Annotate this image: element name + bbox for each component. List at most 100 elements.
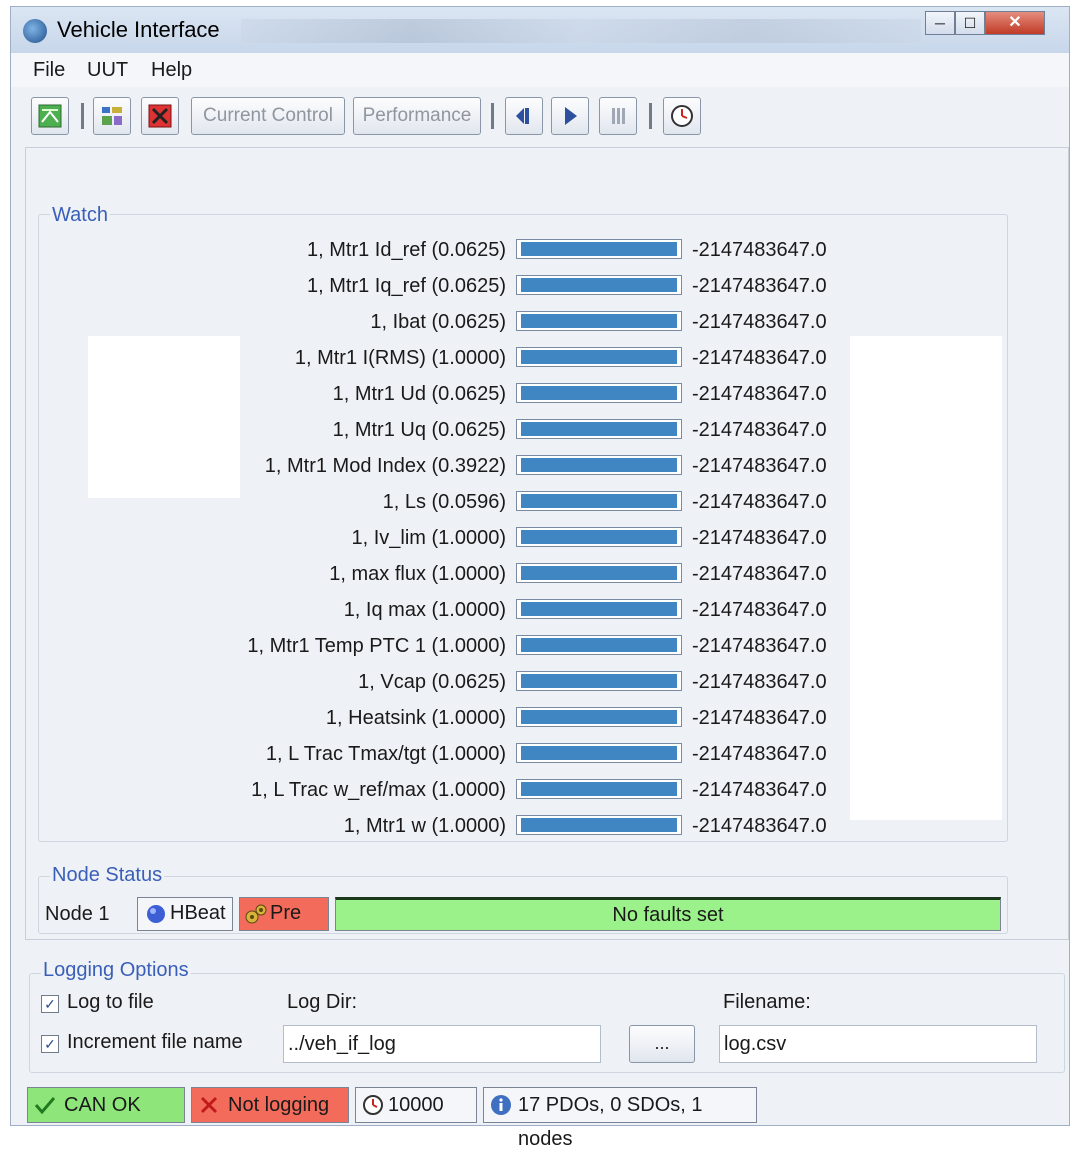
watch-row-label: 1, Ibat (0.0625): [370, 311, 506, 333]
vehicle-interface-window: Vehicle Interface ─ ☐ ✕ File UUT Help Cu…: [10, 6, 1070, 1150]
logging-status: Not logging: [191, 1087, 349, 1123]
watch-group-label: Watch: [50, 204, 110, 227]
watch-row-bar: [516, 239, 682, 259]
increment-file-name-checkbox[interactable]: ✓: [41, 1035, 59, 1053]
maximize-button[interactable]: ☐: [955, 11, 985, 35]
log-dir-label: Log Dir:: [287, 991, 358, 1013]
browse-button[interactable]: ...: [629, 1025, 695, 1063]
counter-text: 10000: [388, 1094, 444, 1116]
toolbar: Current Control Performance: [11, 91, 1069, 141]
play-icon: [565, 107, 577, 125]
blurred-taskbar-background: [241, 19, 921, 43]
log-dir-input[interactable]: ../veh_if_log: [283, 1025, 601, 1063]
watch-row-value: -2147483647.0: [692, 599, 827, 621]
menu-help[interactable]: Help: [151, 59, 192, 82]
watch-row-value: -2147483647.0: [692, 671, 827, 693]
watch-row-label: 1, Mtr1 Mod Index (0.3922): [264, 455, 506, 477]
redacted-area: [850, 336, 1002, 820]
watch-row-value: -2147483647.0: [692, 383, 827, 405]
pause-button[interactable]: [599, 97, 637, 135]
node-name: Node 1: [45, 903, 110, 925]
timer-button[interactable]: [663, 97, 701, 135]
watch-row-value: -2147483647.0: [692, 347, 827, 369]
hbeat-label: HBeat: [170, 902, 226, 924]
close-button[interactable]: ✕: [985, 11, 1045, 35]
stop-button[interactable]: [141, 97, 179, 135]
watch-row: 1, Ibat (0.0625) -2147483647.0: [26, 304, 1026, 340]
watch-row-bar-fill: [521, 602, 677, 616]
watch-row-value: -2147483647.0: [692, 419, 827, 441]
watch-row-bar-fill: [521, 458, 677, 472]
watch-row-label: 1, Mtr1 I(RMS) (1.0000): [294, 347, 506, 369]
clock-icon: [671, 105, 693, 127]
stop-icon: [148, 104, 172, 128]
performance-button[interactable]: Performance: [353, 97, 481, 135]
watch-row-bar-fill: [521, 494, 677, 508]
watch-row-bar-fill: [521, 422, 677, 436]
network-info-text: 17 PDOs, 0 SDOs, 1 nodes: [518, 1094, 703, 1150]
watch-row-bar-fill: [521, 674, 677, 688]
watch-row-bar: [516, 275, 682, 295]
menu-uut[interactable]: UUT: [87, 59, 128, 82]
network-info-status: 17 PDOs, 0 SDOs, 1 nodes: [483, 1087, 757, 1150]
watch-row-bar-fill: [521, 782, 677, 796]
watch-row-bar-fill: [521, 314, 677, 328]
watch-row-label: 1, Mtr1 Uq (0.0625): [332, 419, 506, 441]
watch-row-value: -2147483647.0: [692, 275, 827, 297]
toolbar-separator: [81, 103, 84, 129]
window-title: Vehicle Interface: [57, 17, 220, 42]
step-back-icon: [516, 108, 529, 124]
watch-row-bar: [516, 779, 682, 799]
pre-label: Pre: [270, 902, 302, 924]
clock-icon: [363, 1095, 383, 1115]
log-to-file-checkbox[interactable]: ✓: [41, 995, 59, 1013]
watch-row-value: -2147483647.0: [692, 527, 827, 549]
config-icon: [102, 107, 122, 125]
watch-row-value: -2147483647.0: [692, 635, 827, 657]
watch-row-value: -2147483647.0: [692, 491, 827, 513]
watch-row-bar-fill: [521, 710, 677, 724]
watch-row-bar-fill: [521, 242, 677, 256]
watch-row-label: 1, L Trac w_ref/max (1.0000): [251, 779, 506, 801]
watch-row-bar: [516, 815, 682, 835]
step-back-button[interactable]: [505, 97, 543, 135]
can-status: CAN OK: [27, 1087, 185, 1123]
watch-row-value: -2147483647.0: [692, 743, 827, 765]
watch-row-label: 1, max flux (1.0000): [329, 563, 506, 585]
minimize-button[interactable]: ─: [925, 11, 955, 35]
watch-row-label: 1, Ls (0.0596): [382, 491, 506, 513]
toolbar-separator: [491, 103, 494, 129]
watch-row-value: -2147483647.0: [692, 563, 827, 585]
menu-file[interactable]: File: [33, 59, 65, 82]
watch-row-bar-fill: [521, 278, 677, 292]
config-button[interactable]: [93, 97, 131, 135]
watch-row-label: 1, Heatsink (1.0000): [325, 707, 506, 729]
logging-options-label: Logging Options: [41, 959, 191, 982]
can-status-text: CAN OK: [64, 1094, 141, 1116]
heartbeat-dot-icon: [147, 905, 165, 923]
watch-row-value: -2147483647.0: [692, 707, 827, 729]
filename-input[interactable]: log.csv: [719, 1025, 1037, 1063]
watch-row-bar: [516, 527, 682, 547]
watch-row-bar: [516, 635, 682, 655]
watch-row-bar: [516, 347, 682, 367]
node-status-label: Node Status: [50, 864, 165, 887]
watch-row-label: 1, Mtr1 Id_ref (0.0625): [307, 239, 506, 261]
increment-file-name-label: Increment file name: [67, 1031, 243, 1053]
watch-row-label: 1, Vcap (0.0625): [358, 671, 506, 693]
watch-row-bar: [516, 671, 682, 691]
connect-button[interactable]: [31, 97, 69, 135]
menu-bar: File UUT Help: [11, 53, 1069, 87]
watch-row-bar-fill: [521, 350, 677, 364]
watch-row-bar-fill: [521, 566, 677, 580]
pause-icon: [612, 108, 625, 124]
watch-row-label: 1, Iv_lim (1.0000): [351, 527, 506, 549]
toolbar-separator: [649, 103, 652, 129]
play-button[interactable]: [551, 97, 589, 135]
hbeat-indicator: HBeat: [137, 897, 233, 931]
current-control-button[interactable]: Current Control: [191, 97, 345, 135]
watch-row-bar: [516, 563, 682, 583]
watch-row-value: -2147483647.0: [692, 311, 827, 333]
redacted-area: [88, 336, 240, 498]
log-to-file-label: Log to file: [67, 991, 154, 1013]
